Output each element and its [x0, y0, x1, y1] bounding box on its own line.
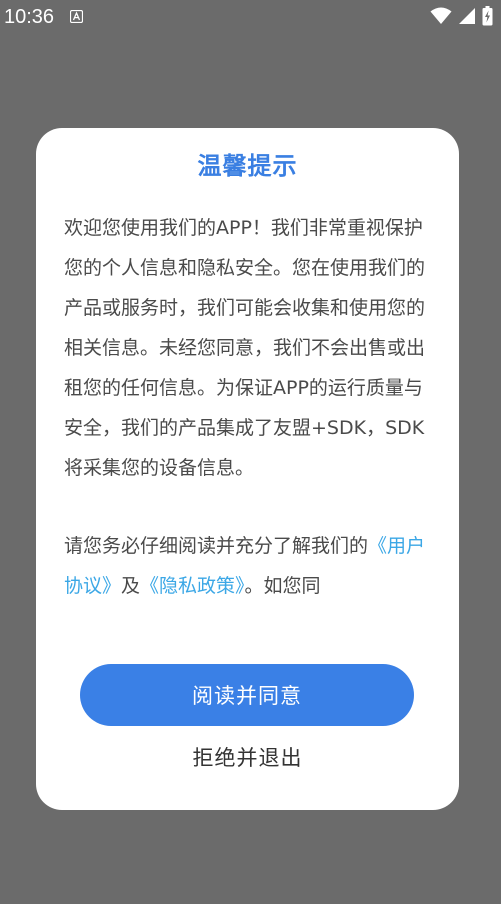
status-time: 10:36	[4, 6, 55, 28]
wifi-icon	[430, 7, 452, 24]
agreement-paragraph: 请您务必仔细阅读并充分了解我们的《用户协议》及《隐私政策》。如您同	[64, 526, 434, 606]
status-icons	[430, 6, 493, 26]
privacy-dialog: 温馨提示 欢迎您使用我们的APP！我们非常重视保护您的个人信息和隐私安全。您在使…	[36, 128, 459, 810]
connector-text: 及	[121, 575, 141, 597]
reject-exit-button[interactable]: 拒绝并退出	[36, 736, 459, 780]
dialog-title: 温馨提示	[197, 152, 298, 180]
agree-button[interactable]: 阅读并同意	[80, 664, 414, 726]
text-a-icon	[70, 10, 83, 23]
privacy-policy-link[interactable]: 《隐私政策》	[140, 575, 245, 597]
privacy-paragraph: 欢迎您使用我们的APP！我们非常重视保护您的个人信息和隐私安全。您在使用我们的产…	[64, 217, 426, 479]
dialog-content-scroll[interactable]: 欢迎您使用我们的APP！我们非常重视保护您的个人信息和隐私安全。您在使用我们的产…	[64, 208, 434, 632]
battery-charging-icon	[482, 6, 493, 26]
agreement-tail-text: 。如您同	[244, 575, 321, 597]
cell-signal-icon	[459, 8, 475, 24]
agreement-lead-text: 请您务必仔细阅读并充分了解我们的	[64, 535, 369, 557]
status-bar: 10:36	[0, 0, 501, 36]
